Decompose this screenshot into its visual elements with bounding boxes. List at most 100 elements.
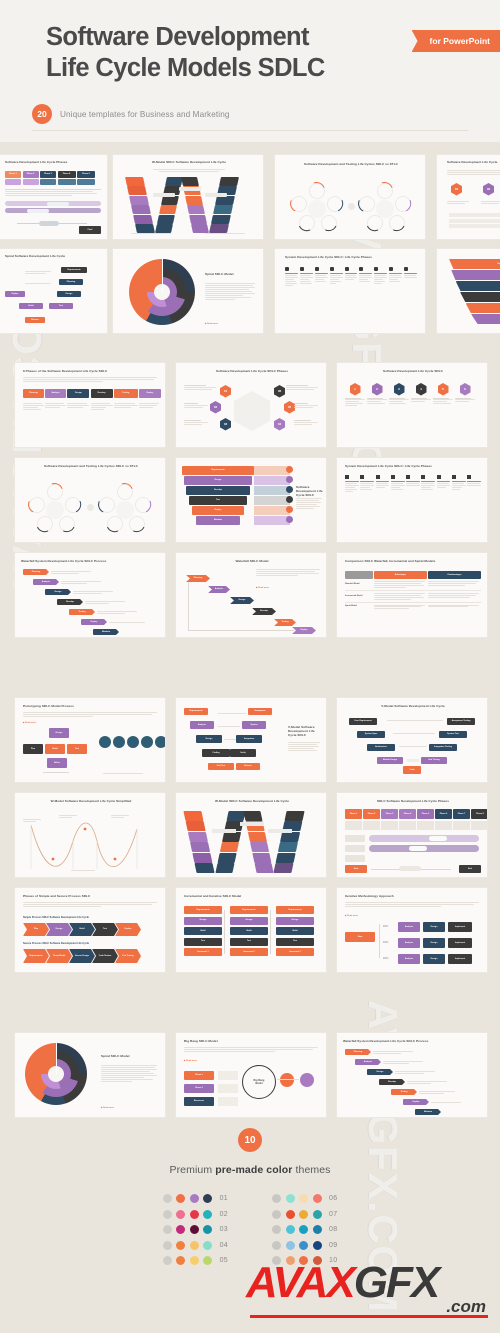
ribbon-label: for PowerPoint: [429, 36, 490, 46]
slide-title: SDLC Software Development Life Cycle Pha…: [377, 799, 449, 803]
theme-number: 08: [329, 1226, 338, 1233]
slide-thumb[interactable]: Waterfall System Development Life Cycle …: [14, 552, 166, 638]
slide-thumb[interactable]: Spiral Software Development Life Cycle R…: [0, 248, 108, 334]
avaxgfx-logo: AVAXGFX .com: [246, 1255, 492, 1325]
table-row-label: Incremental Model: [345, 594, 363, 597]
slide-title: Spiral SDLC Model: [205, 272, 234, 276]
for-powerpoint-ribbon: for PowerPoint: [411, 30, 500, 52]
slide-thumb[interactable]: Waterfall SDLC Model ▶ Read more Plannin…: [175, 552, 327, 638]
logo-gfx: GFX: [353, 1258, 440, 1307]
theme-color-dot: [189, 1225, 199, 1234]
theme-color-dot: [176, 1225, 186, 1234]
slide-thumb[interactable]: Comparison SDLC Waterfall, Incremental a…: [336, 552, 488, 638]
table-row: Spiral Model: [345, 604, 481, 610]
slide-thumb[interactable]: Big Bang SDLC Model ▶ Read more Phase 1 …: [175, 1032, 327, 1118]
theme-color-dot: [176, 1209, 186, 1219]
slide-thumb[interactable]: Spiral SDLC Model ▶ Read more: [112, 248, 264, 334]
caption-pre: Premium: [169, 1164, 216, 1176]
slide-title: 8 Phases of the Software Development Lif…: [23, 369, 108, 373]
slide-title: Waterfall System Development Life Cycle …: [343, 1039, 429, 1043]
slide-title: Software Development and Testing Life Cy…: [304, 162, 398, 166]
theme-number: 02: [219, 1210, 228, 1218]
slide-thumb[interactable]: Prototyping SDLC Model Process ▶ Read mo…: [14, 697, 166, 783]
slide-thumb[interactable]: System Development Life Cycle SDLC: Life…: [336, 457, 488, 543]
theme-color-dot: [189, 1209, 199, 1219]
slide-thumb[interactable]: Requirements Design Develop Test Deploy …: [436, 248, 500, 334]
theme-row[interactable]: 07: [272, 1209, 337, 1219]
slide-thumb[interactable]: Software Development Life Cycle SDLC Pha…: [175, 362, 327, 448]
theme-color-dot: [189, 1194, 199, 1203]
slide-title: Prototyping SDLC Model Process: [23, 704, 74, 708]
slide-title: V-Model Software Development Life Cycle: [381, 704, 445, 708]
swatch-column-left: 01 02 03 04 05: [162, 1194, 228, 1265]
slide-title: Waterfall SDLC Model: [235, 559, 269, 563]
slide-thumb[interactable]: W-Model Software Development Life Cycle …: [14, 792, 166, 878]
theme-color-dot: [162, 1240, 172, 1250]
subhead: Simple Process SDLC Software Development…: [23, 916, 89, 919]
slide-thumb[interactable]: Spiral SDLC Model ▶ Read more: [14, 1032, 166, 1118]
theme-number: 03: [219, 1226, 228, 1233]
theme-number: 04: [219, 1241, 228, 1249]
theme-row[interactable]: 06: [272, 1194, 337, 1203]
poster-page: Software Development Life Cycle Models S…: [0, 0, 500, 1333]
table-row: Waterfall Model: [345, 581, 481, 591]
slides-grid-section-1: 8 Phases of the Software Development Lif…: [0, 362, 500, 638]
theme-color-dot: [299, 1194, 308, 1203]
theme-number: 09: [329, 1241, 338, 1249]
theme-row[interactable]: 04: [162, 1240, 228, 1250]
slide-thumb[interactable]: Incremental and Iterative SDLC Model Req…: [175, 887, 327, 973]
slide-accent-chip: Final: [79, 226, 101, 234]
slide-thumb[interactable]: Waterfall System Development Life Cycle …: [336, 1032, 488, 1118]
theme-row[interactable]: 03: [162, 1225, 228, 1234]
slide-title: W-Model Software Development Life Cycle …: [50, 799, 132, 803]
subtitle-row: 20 Unique templates for Business and Mar…: [32, 104, 230, 124]
slide-title: Software Development Life Cycle SDLC: [383, 369, 443, 373]
theme-color-dot: [285, 1194, 295, 1203]
slide-title: Comparison SDLC Waterfall, Incremental a…: [345, 559, 436, 563]
theme-color-dot: [272, 1225, 281, 1234]
theme-color-dot: [312, 1240, 322, 1250]
slide-thumb[interactable]: Software Development Life Cycle Phases P…: [0, 154, 108, 240]
slide-title: Iterative Methodology Approach: [345, 894, 394, 898]
theme-row[interactable]: 01: [162, 1194, 228, 1203]
slide-thumb[interactable]: Iterative Methodology Approach ▶ Read mo…: [336, 887, 488, 973]
title-line-1: Software Development: [46, 23, 310, 51]
slide-thumb[interactable]: Software Development and Testing Life Cy…: [274, 154, 426, 240]
slide-thumb[interactable]: V-Model Software Development Life Cycle …: [336, 697, 488, 783]
slide-thumb[interactable]: System Development Life Cycle SDLC: Life…: [274, 248, 426, 334]
theme-row[interactable]: 09: [272, 1240, 338, 1250]
slide-thumb[interactable]: W-Model SDLC Software Development Life C…: [175, 792, 327, 878]
table-row-label: Spiral Model: [345, 605, 357, 608]
slide-thumb[interactable]: SDLC Software Development Life Cycle Pha…: [336, 792, 488, 878]
theme-row[interactable]: 08: [272, 1225, 337, 1234]
theme-number: 01: [219, 1195, 228, 1202]
slide-title: Software Development Life Cycle: [447, 160, 498, 164]
slide-thumb[interactable]: Software Development and Testing Life Cy…: [14, 457, 166, 543]
slide-thumb[interactable]: W-Model SDLC Software Development Life C…: [112, 154, 264, 240]
slide-thumb[interactable]: Requirements Analysis Design Coding Unit…: [175, 697, 327, 783]
subtitle-text: Unique templates for Business and Market…: [60, 109, 230, 119]
logo-underline: [250, 1315, 488, 1318]
theme-color-dot: [189, 1256, 199, 1265]
theme-color-dot: [312, 1225, 322, 1234]
slide-thumb[interactable]: Phases of Simple and Secure Process SDLC…: [14, 887, 166, 973]
theme-color-dot: [203, 1194, 213, 1203]
slide-thumb[interactable]: Software Development Life Cycle SDLC 1 2…: [336, 362, 488, 448]
theme-number: 06: [329, 1195, 338, 1202]
slide-title: Software Development Life Cycle Phases: [5, 160, 68, 164]
theme-color-dot: [272, 1209, 281, 1219]
slide-title: Spiral Software Development Life Cycle: [5, 254, 66, 258]
slide-title: System Development Life Cycle SDLC: Life…: [345, 464, 432, 468]
theme-color-dot: [272, 1194, 281, 1203]
theme-color-dot: [189, 1240, 199, 1250]
featured-strip: Software Development Life Cycle Phases P…: [0, 152, 500, 338]
slide-thumb[interactable]: 8 Phases of the Software Development Lif…: [14, 362, 166, 448]
themes-caption: Premium pre-made color themes: [0, 1164, 500, 1176]
title-line-2: Life Cycle Models SDLC: [46, 54, 325, 82]
theme-row[interactable]: 05: [162, 1256, 228, 1265]
header-divider: [32, 130, 468, 131]
slide-thumb[interactable]: Requirements Design Develop Test Deploy …: [175, 457, 327, 543]
theme-row[interactable]: 02: [162, 1209, 228, 1219]
theme-color-dot: [162, 1194, 172, 1203]
slide-thumb[interactable]: Software Development Life Cycle 01 02: [436, 154, 500, 240]
